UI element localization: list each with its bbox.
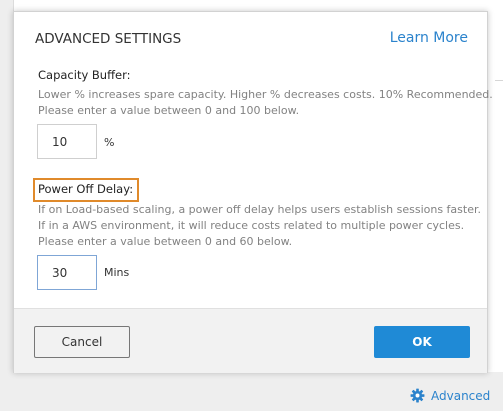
ok-button[interactable]: OK <box>374 326 470 358</box>
power-off-delay-input[interactable] <box>37 255 97 290</box>
capacity-desc-line: Please enter a value between 0 and 100 b… <box>38 104 300 117</box>
power-off-desc-line: If in a AWS environment, it will reduce … <box>38 219 465 232</box>
advanced-link-label: Advanced <box>431 388 491 403</box>
power-off-desc-line: If on Load-based scaling, a power off de… <box>38 203 481 216</box>
capacity-desc-line: Lower % increases spare capacity. Higher… <box>38 88 493 101</box>
capacity-buffer-input[interactable] <box>37 124 97 159</box>
advanced-link[interactable]: Advanced <box>410 388 490 403</box>
dialog-title: ADVANCED SETTINGS <box>35 31 182 47</box>
advanced-settings-dialog: ADVANCED SETTINGS Learn More Capacity Bu… <box>13 11 493 373</box>
background-divider <box>495 80 503 81</box>
power-off-delay-label: Power Off Delay: <box>38 182 134 196</box>
power-off-unit-label: Mins <box>104 266 130 279</box>
dialog-footer: Cancel OK <box>14 308 487 373</box>
capacity-buffer-label: Capacity Buffer: <box>38 68 131 82</box>
capacity-unit-label: % <box>104 136 115 149</box>
capacity-buffer-description: Lower % increases spare capacity. Higher… <box>38 87 493 119</box>
cancel-button[interactable]: Cancel <box>34 326 130 358</box>
gear-icon <box>410 388 425 403</box>
power-off-desc-line: Please enter a value between 0 and 60 be… <box>38 235 293 248</box>
power-off-delay-description: If on Load-based scaling, a power off de… <box>38 202 481 250</box>
learn-more-link[interactable]: Learn More <box>390 30 468 46</box>
